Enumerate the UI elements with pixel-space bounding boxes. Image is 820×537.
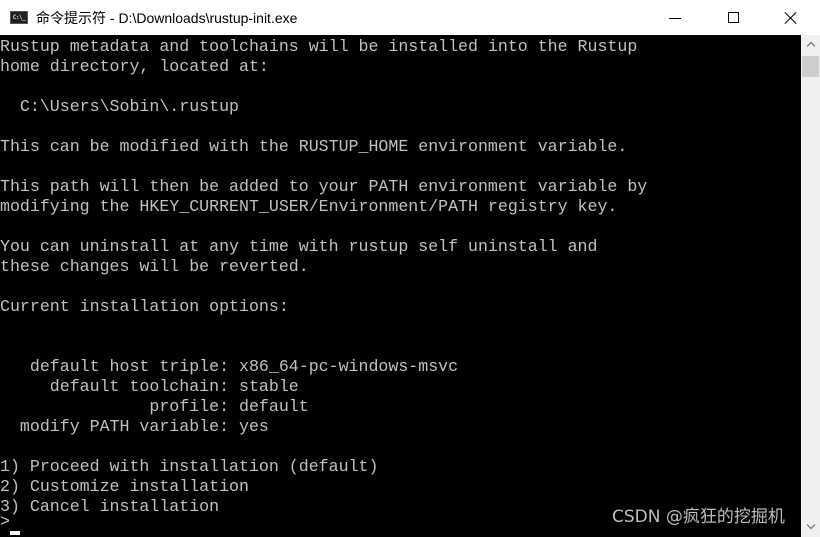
console-line: This can be modified with the RUSTUP_HOM… (0, 137, 628, 156)
minimize-button[interactable] (646, 0, 704, 35)
console-line: You can uninstall at any time with rustu… (0, 237, 598, 256)
title-bar[interactable]: C:\_ 命令提示符 - D:\Downloads\rustup-init.ex… (0, 0, 820, 35)
console-line: default host triple: x86_64-pc-windows-m… (0, 357, 459, 376)
console-line: these changes will be reverted. (0, 257, 309, 276)
chevron-down-icon (806, 520, 815, 529)
text-cursor (10, 531, 20, 535)
console-line: Current installation options: (0, 297, 289, 316)
console-line: profile: default (0, 397, 309, 416)
console-line: home directory, located at: (0, 57, 269, 76)
minimize-icon (669, 17, 681, 19)
input-prompt[interactable]: > (0, 512, 10, 532)
vertical-scrollbar[interactable] (801, 35, 820, 537)
console-line: Rustup metadata and toolchains will be i… (0, 37, 638, 56)
watermark: CSDN @疯狂的挖掘机 (612, 507, 785, 527)
console-line: This path will then be added to your PAT… (0, 177, 648, 196)
scroll-up-button[interactable] (801, 35, 820, 52)
close-icon (784, 11, 798, 25)
menu-option-proceed: 1) Proceed with installation (default) (0, 457, 379, 476)
scroll-thumb[interactable] (802, 56, 819, 77)
console-line: modify PATH variable: yes (0, 417, 269, 436)
scroll-down-button[interactable] (801, 518, 820, 535)
maximize-button[interactable] (704, 0, 762, 35)
menu-option-cancel: 3) Cancel installation (0, 497, 220, 516)
cmd-icon: C:\_ (10, 11, 28, 24)
close-button[interactable] (762, 0, 820, 35)
window-title: 命令提示符 - D:\Downloads\rustup-init.exe (36, 10, 298, 26)
console-line: modifying the HKEY_CURRENT_USER/Environm… (0, 197, 618, 216)
console-line: C:\Users\Sobin\.rustup (0, 97, 239, 116)
maximize-icon (727, 12, 739, 23)
console-output[interactable]: Rustup metadata and toolchains will be i… (0, 35, 801, 537)
chevron-up-icon (806, 41, 815, 50)
menu-option-customize: 2) Customize installation (0, 477, 249, 496)
console-line: default toolchain: stable (0, 377, 299, 396)
